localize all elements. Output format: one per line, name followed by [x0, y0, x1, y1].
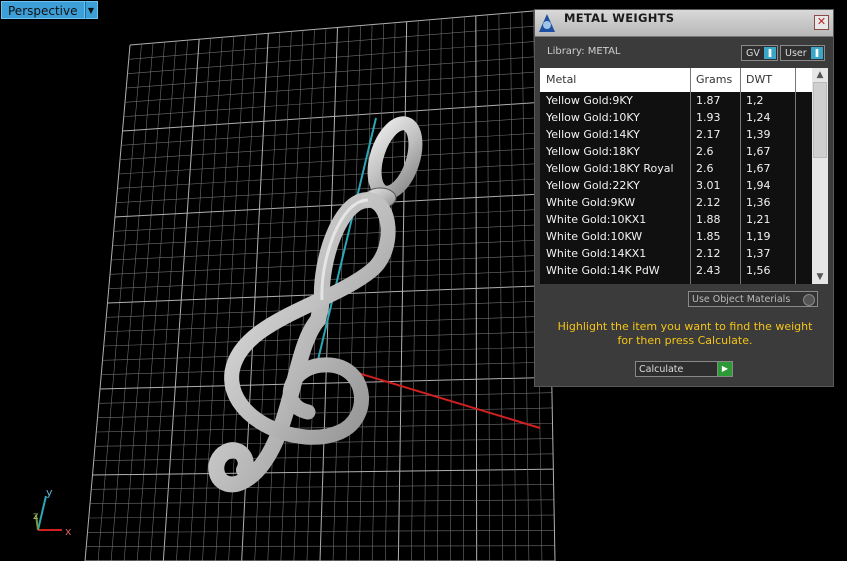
close-icon[interactable]: ✕ [814, 15, 829, 30]
column-divider [690, 68, 691, 284]
cell-grams: 3.01 [696, 179, 721, 192]
cell-grams: 1.87 [696, 94, 721, 107]
cell-dwt: 1,24 [746, 111, 771, 124]
library-label: Library: METAL [547, 46, 621, 57]
table-row[interactable]: Yellow Gold:22KY 3.01 1,94 [540, 177, 812, 194]
cell-dwt: 1,67 [746, 162, 771, 175]
cell-metal: White Gold:10KX1 [546, 213, 647, 226]
cell-metal: White Gold:14KX1 [546, 247, 647, 260]
triangle-down-icon[interactable]: ▼ [84, 1, 98, 19]
cell-metal: Yellow Gold:18KY Royal [546, 162, 674, 175]
cell-metal: Yellow Gold:10KY [546, 111, 640, 124]
cell-dwt: 1,37 [746, 247, 771, 260]
instruction-line-2: for then press Calculate. [617, 334, 753, 347]
calculate-label: Calculate [639, 364, 684, 375]
calculate-button[interactable]: Calculate ▶ [635, 361, 733, 377]
table-header: Metal Grams DWT [540, 68, 812, 92]
cell-metal: Yellow Gold:22KY [546, 179, 640, 192]
table-scrollbar[interactable]: ▲ ▼ [812, 68, 828, 284]
triangle-down-icon[interactable]: ▼ [812, 270, 828, 284]
cell-metal: Yellow Gold:18KY [546, 145, 640, 158]
cell-grams: 1.85 [696, 230, 721, 243]
table-body: Yellow Gold:9KY 1.87 1,2 Yellow Gold:10KY 1.… [540, 92, 812, 279]
cell-grams: 2.6 [696, 162, 714, 175]
cell-metal: White Gold:10KW [546, 230, 643, 243]
cell-grams: 2.43 [696, 264, 721, 277]
scrollbar-thumb[interactable] [813, 82, 827, 158]
axis-label-z: z [33, 511, 38, 522]
cell-dwt: 1,2 [746, 94, 764, 107]
cell-dwt: 1,36 [746, 196, 771, 209]
column-divider [795, 68, 796, 284]
axis-label-y: y [46, 486, 53, 499]
cell-grams: 1.93 [696, 111, 721, 124]
table-row[interactable]: Yellow Gold:14KY 2.17 1,39 [540, 126, 812, 143]
instruction-text: Highlight the item you want to find the … [545, 320, 825, 348]
metal-table[interactable]: Metal Grams DWT Yellow Gold:9KY 1.87 1,2 Ye… [540, 68, 828, 284]
table-row[interactable]: White Gold:9KW 2.12 1,36 [540, 194, 812, 211]
cell-dwt: 1,94 [746, 179, 771, 192]
cell-grams: 2.17 [696, 128, 721, 141]
cell-dwt: 1,19 [746, 230, 771, 243]
column-divider [740, 68, 741, 284]
toggle-knob-icon: ❚ [811, 47, 823, 59]
metal-weights-icon [539, 14, 555, 32]
table-row[interactable]: Yellow Gold:9KY 1.87 1,2 [540, 92, 812, 109]
viewport-view-name[interactable]: Perspective [1, 1, 85, 19]
use-object-materials-label: Use Object Materials [692, 294, 791, 305]
cell-dwt: 1,21 [746, 213, 771, 226]
cell-grams: 1.88 [696, 213, 721, 226]
user-toggle-label: User [785, 48, 807, 59]
cell-grams: 2.6 [696, 145, 714, 158]
column-header-metal[interactable]: Metal [546, 73, 576, 86]
viewport-label[interactable]: Perspective ▼ [1, 1, 98, 19]
checkbox-icon[interactable] [803, 294, 815, 306]
table-row[interactable]: Yellow Gold:18KY 2.6 1,67 [540, 143, 812, 160]
cell-dwt: 1,67 [746, 145, 771, 158]
cell-dwt: 1,56 [746, 264, 771, 277]
axis-gizmo: y z x [33, 486, 72, 538]
cell-grams: 2.12 [696, 196, 721, 209]
use-object-materials-checkbox[interactable]: Use Object Materials [688, 291, 818, 307]
panel-title-bar[interactable]: METAL WEIGHTS ✕ [535, 10, 833, 37]
table-row[interactable]: White Gold:10KX1 1.88 1,21 [540, 211, 812, 228]
cell-grams: 2.12 [696, 247, 721, 260]
triangle-up-icon[interactable]: ▲ [812, 68, 828, 82]
gv-toggle-label: GV [746, 48, 760, 59]
table-row[interactable]: White Gold:10KW 1.85 1,19 [540, 228, 812, 245]
table-row[interactable]: Yellow Gold:10KY 1.93 1,24 [540, 109, 812, 126]
cell-metal: White Gold:14K PdW [546, 264, 660, 277]
panel-title: METAL WEIGHTS [564, 11, 675, 25]
play-arrow-icon[interactable]: ▶ [717, 362, 732, 376]
user-toggle[interactable]: User ❚ [780, 45, 825, 61]
metal-weights-panel: METAL WEIGHTS ✕ Library: METAL GV ❚ User… [534, 9, 834, 387]
table-row[interactable]: White Gold:14KX1 2.12 1,37 [540, 245, 812, 262]
cell-metal: Yellow Gold:14KY [546, 128, 640, 141]
table-row[interactable]: White Gold:14K PdW 2.43 1,56 [540, 262, 812, 279]
table-row[interactable]: Yellow Gold:18KY Royal 2.6 1,67 [540, 160, 812, 177]
cell-metal: White Gold:9KW [546, 196, 636, 209]
toggle-knob-icon: ❚ [764, 47, 776, 59]
column-header-grams[interactable]: Grams [696, 73, 732, 86]
instruction-line-1: Highlight the item you want to find the … [557, 320, 813, 333]
cell-dwt: 1,39 [746, 128, 771, 141]
cell-metal: Yellow Gold:9KY [546, 94, 633, 107]
column-header-dwt[interactable]: DWT [746, 73, 772, 86]
gv-toggle[interactable]: GV ❚ [741, 45, 778, 61]
axis-label-x: x [65, 525, 72, 538]
